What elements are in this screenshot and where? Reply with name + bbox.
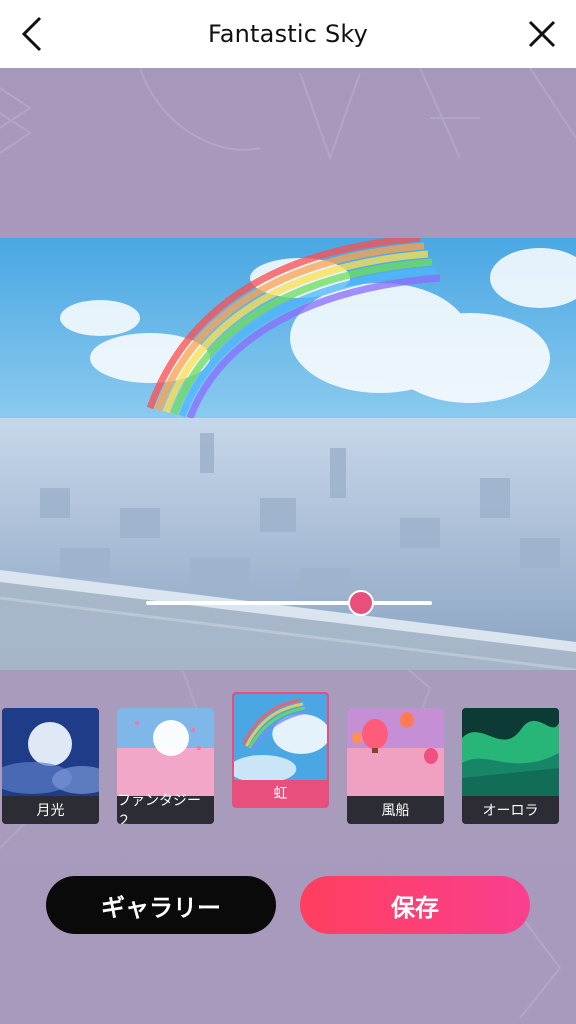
fantasy-2-thumbnail bbox=[117, 708, 214, 796]
filter-label: ファンタジー２ bbox=[117, 793, 214, 824]
filter-label: 虹 bbox=[234, 780, 327, 806]
gallery-button[interactable]: ギャラリー bbox=[46, 876, 276, 934]
intensity-slider[interactable] bbox=[146, 588, 432, 618]
filter-aurora[interactable]: オーロラ bbox=[462, 708, 559, 824]
slider-knob[interactable] bbox=[347, 590, 374, 616]
filter-list: 月光 ファンタジー２ 虹 風船 オーロラ bbox=[0, 692, 576, 832]
slider-track bbox=[146, 601, 432, 605]
page-title: Fantastic Sky bbox=[207, 20, 369, 48]
filter-moonlight[interactable]: 月光 bbox=[2, 708, 99, 824]
aurora-thumbnail bbox=[462, 708, 559, 796]
filter-balloon[interactable]: 風船 bbox=[347, 708, 444, 824]
filter-rainbow[interactable]: 虹 bbox=[232, 692, 329, 808]
rainbow-thumbnail bbox=[234, 694, 327, 782]
balloon-thumbnail bbox=[347, 708, 444, 796]
filter-label: 風船 bbox=[347, 796, 444, 824]
filter-label: オーロラ bbox=[462, 796, 559, 824]
chevron-left-icon[interactable] bbox=[14, 14, 54, 54]
filter-label: 月光 bbox=[2, 796, 99, 824]
moonlight-thumbnail bbox=[2, 708, 99, 796]
save-button[interactable]: 保存 bbox=[300, 876, 530, 934]
close-icon[interactable] bbox=[522, 14, 562, 54]
header-bar: Fantastic Sky bbox=[0, 0, 576, 68]
filter-fantasy-2[interactable]: ファンタジー２ bbox=[117, 708, 214, 824]
